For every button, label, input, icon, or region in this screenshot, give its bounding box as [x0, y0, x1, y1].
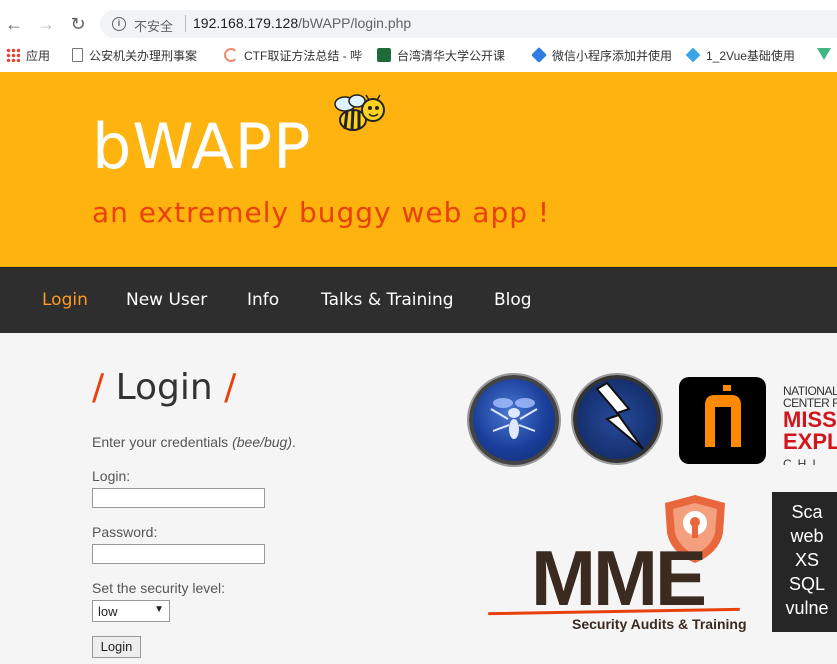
ncmec-text: MISS: [783, 407, 837, 432]
bookmark-label: 1_2Vue基础使用: [706, 49, 795, 63]
apps-grid-icon: [6, 48, 20, 62]
security-level-label: Set the security level:: [92, 580, 226, 596]
credentials-prefix: Enter your credentials: [92, 434, 233, 450]
browser-chrome: ← → ↻ i 不安全 192.168.179.128/bWAPP/login.…: [0, 0, 837, 72]
scan-line: XS: [794, 550, 819, 570]
url-path: /bWAPP/login.php: [298, 15, 412, 31]
bookmark-item[interactable]: CTF取证方法总结 - 哔: [224, 47, 362, 65]
browser-toolbar: ← → ↻ i 不安全 192.168.179.128/bWAPP/login.…: [0, 6, 837, 42]
bookmark-item[interactable]: 公安机关办理刑事案: [72, 47, 207, 65]
zap-logo[interactable]: [573, 375, 661, 463]
bee-icon: [334, 94, 385, 131]
bookmark-label: 应用: [26, 49, 51, 63]
cube-icon: [686, 47, 701, 63]
login-input[interactable]: [92, 488, 265, 508]
login-label: Login:: [92, 468, 131, 484]
diamond-icon: [532, 47, 547, 63]
security-label[interactable]: 不安全: [134, 16, 173, 35]
bookmark-item[interactable]: 台湾清华大学公开课: [377, 47, 515, 65]
menu-talks-training[interactable]: Talks & Training: [321, 290, 454, 310]
bookmark-label: 公安机关办理刑事案: [89, 49, 198, 63]
menu-info[interactable]: Info: [247, 290, 279, 310]
back-button[interactable]: ←: [2, 12, 26, 36]
netsparker-logo[interactable]: [679, 377, 766, 464]
site-tagline: an extremely buggy web app !: [92, 196, 551, 229]
play-icon: [377, 48, 391, 62]
bookmark-apps[interactable]: 应用: [6, 47, 50, 65]
site-header: bWAPP an extremely buggy web app !: [0, 72, 837, 267]
security-level-value: low: [98, 604, 118, 619]
vue-bookmark[interactable]: [817, 47, 837, 65]
url-text[interactable]: 192.168.179.128/bWAPP/login.php: [193, 15, 411, 31]
address-separator: [185, 15, 186, 32]
scan-line: SQL: [788, 574, 826, 594]
password-label: Password:: [92, 524, 158, 540]
login-submit-button[interactable]: Login: [92, 636, 141, 658]
swirl-icon: [224, 48, 238, 62]
security-level-select[interactable]: low ▼: [92, 600, 170, 622]
ncmec-logo[interactable]: NATIONAL CENTER F MISS EXPL CHI: [783, 385, 837, 465]
mme-subtitle: Security Audits & Training: [572, 616, 747, 632]
mme-logo[interactable]: MME Security Audits & Training: [487, 493, 753, 633]
forward-button[interactable]: →: [34, 12, 58, 36]
wasp-icon: [490, 398, 538, 439]
address-bar[interactable]: i 不安全 192.168.179.128/bWAPP/login.php: [100, 10, 837, 38]
bookmarks-bar: 应用 公安机关办理刑事案 CTF取证方法总结 - 哔 台湾清华大学公开课 微信小…: [0, 43, 837, 69]
credentials-text: Enter your credentials (bee/bug).: [92, 434, 296, 450]
title-text: Login: [115, 367, 213, 408]
site-logo[interactable]: bWAPP: [92, 110, 311, 183]
credentials-hint: (bee/bug): [232, 434, 293, 450]
url-host: 192.168.179.128: [193, 15, 299, 31]
menu-new-user[interactable]: New User: [126, 290, 207, 310]
reload-button[interactable]: ↻: [66, 12, 90, 36]
main-menu: Login New User Info Talks & Training Blo…: [0, 267, 837, 333]
netsparker-icon: [705, 385, 741, 447]
scan-line: Sca: [791, 502, 823, 522]
bookmark-item[interactable]: 1_2Vue基础使用: [686, 47, 811, 65]
ncmec-text: CHI: [783, 457, 822, 465]
bookmark-label: 台湾清华大学公开课: [397, 49, 506, 63]
menu-login[interactable]: Login: [42, 290, 88, 310]
page-icon: [72, 48, 83, 62]
scan-line: vulne: [785, 598, 829, 618]
ncmec-text: EXPL: [783, 429, 837, 454]
dropdown-arrow-icon: ▼: [154, 604, 164, 615]
bookmark-label: CTF取证方法总结 - 哔: [244, 49, 362, 63]
main-content: / Login / Enter your credentials (bee/bu…: [0, 333, 837, 664]
info-icon[interactable]: i: [112, 17, 126, 31]
menu-blog[interactable]: Blog: [494, 290, 532, 310]
page-title: / Login /: [92, 367, 236, 408]
scan-banner[interactable]: Sca web XS SQL vulne: [772, 492, 837, 632]
bookmark-label: 微信小程序添加并使用: [552, 49, 672, 63]
lightning-icon: [595, 381, 644, 450]
scan-line: web: [790, 526, 824, 546]
bookmark-item[interactable]: 微信小程序添加并使用: [532, 47, 672, 65]
credentials-end: .: [292, 434, 296, 450]
mme-logo-text: MME: [531, 534, 707, 622]
vue-icon: [817, 48, 831, 60]
title-slash: /: [92, 367, 105, 408]
owasp-logo[interactable]: [469, 375, 559, 465]
title-slash: /: [224, 367, 237, 408]
password-input[interactable]: [92, 544, 265, 564]
